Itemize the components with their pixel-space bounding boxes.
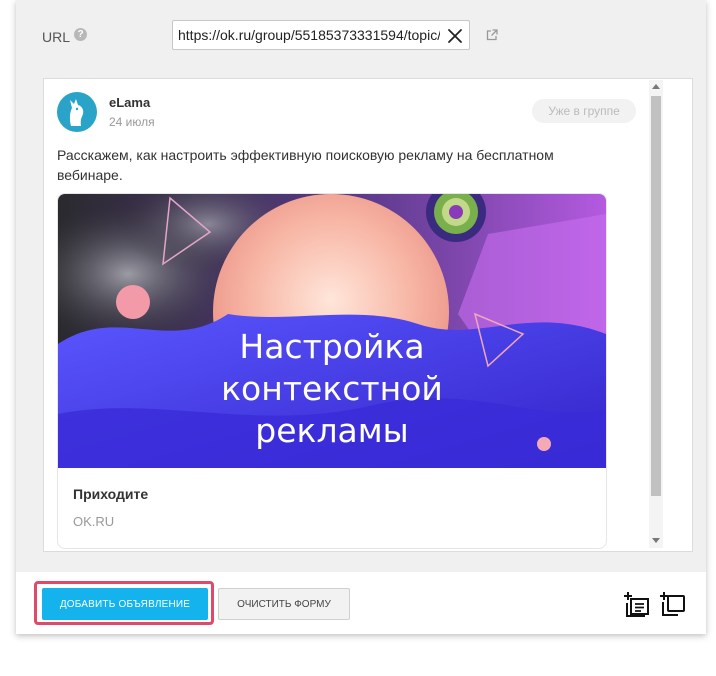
ad-form-panel: URL ? eLama 24 июля Уже в группе Расскаж… — [16, 0, 706, 634]
banner-headline: Настройка контекстной рекламы — [58, 326, 606, 452]
avatar[interactable] — [57, 92, 97, 132]
post-preview: eLama 24 июля Уже в группе Расскажем, ка… — [43, 78, 693, 552]
banner-line: рекламы — [255, 411, 409, 450]
banner-line: контекстной — [221, 369, 443, 408]
add-ad-button[interactable]: ДОБАВИТЬ ОБЪЯВЛЕНИЕ — [42, 588, 208, 620]
duplicate-icon[interactable] — [659, 590, 687, 618]
post-text: Расскажем, как настроить эффективную пои… — [57, 147, 554, 183]
post-date: 24 июля — [109, 115, 155, 129]
close-icon[interactable] — [447, 28, 463, 44]
llama-logo-icon — [69, 99, 84, 126]
url-input[interactable] — [178, 21, 440, 49]
preview-scrollbar[interactable] — [649, 80, 663, 548]
banner-line: Настройка — [239, 327, 425, 366]
form-footer: ДОБАВИТЬ ОБЪЯВЛЕНИЕ ОЧИСТИТЬ ФОРМУ — [16, 572, 706, 634]
card-title[interactable]: Приходите — [73, 486, 148, 502]
help-icon[interactable]: ? — [74, 28, 87, 41]
scroll-down-arrow-icon[interactable] — [652, 538, 660, 543]
scroll-up-arrow-icon[interactable] — [652, 84, 660, 89]
link-card[interactable]: Настройка контекстной рекламы Приходите … — [57, 193, 607, 549]
group-status-badge: Уже в группе — [532, 99, 636, 123]
add-list-icon[interactable] — [623, 590, 651, 618]
post-author[interactable]: eLama — [109, 95, 150, 110]
clear-form-button[interactable]: ОЧИСТИТЬ ФОРМУ — [218, 588, 350, 620]
url-label: URL — [42, 29, 71, 45]
external-link-icon[interactable] — [485, 28, 499, 42]
scroll-thumb[interactable] — [651, 96, 661, 496]
card-domain: OK.RU — [73, 514, 115, 529]
url-field — [172, 20, 470, 50]
